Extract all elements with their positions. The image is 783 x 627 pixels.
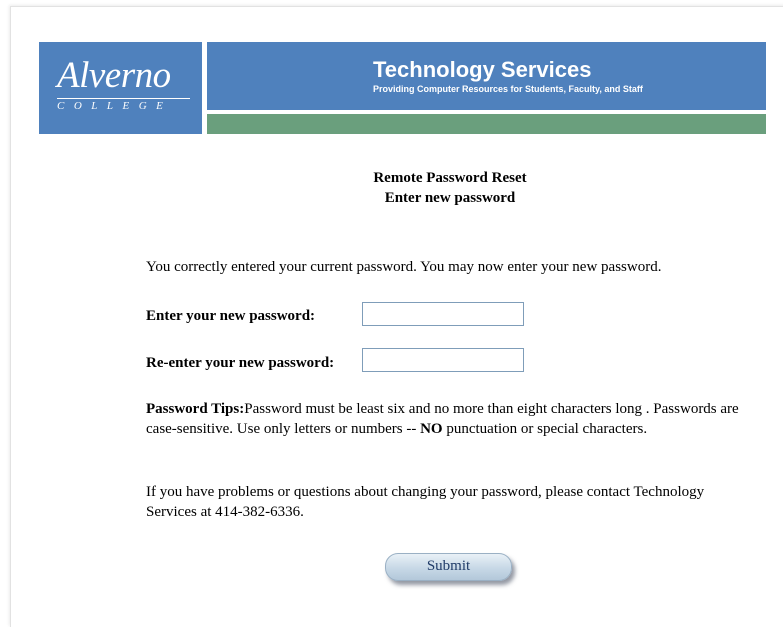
contact-text: If you have problems or questions about …	[146, 484, 705, 520]
page-subtitle: Enter new password	[384, 190, 516, 206]
reenter-password-label: Re-enter your new password:	[146, 355, 335, 371]
submit-button[interactable]: Submit	[385, 553, 512, 581]
password-tips-text-end: punctuation or special characters.	[442, 421, 648, 437]
page-heading: Remote Password Reset Enter new password	[250, 168, 650, 208]
intro-text: You correctly entered your current passw…	[146, 259, 662, 275]
header-title: Technology Services	[373, 57, 592, 82]
password-tips-emphasis: NO	[420, 421, 443, 437]
header-accent-bar	[207, 114, 766, 134]
reenter-password-input[interactable]	[362, 348, 524, 372]
header-banner: Technology Services Providing Computer R…	[207, 42, 766, 110]
new-password-input[interactable]	[362, 302, 524, 326]
college-logo: Alverno COLLEGE	[39, 42, 202, 134]
new-password-label: Enter your new password:	[146, 308, 316, 324]
logo-wordmark: Alverno	[57, 55, 171, 96]
page-title: Remote Password Reset	[373, 170, 527, 186]
password-tips-title: Password Tips:	[146, 401, 245, 417]
password-tips: Password Tips:Password must be least six…	[146, 399, 746, 439]
header-subtitle: Providing Computer Resources for Student…	[373, 84, 643, 94]
logo-subtitle: COLLEGE	[57, 100, 173, 112]
